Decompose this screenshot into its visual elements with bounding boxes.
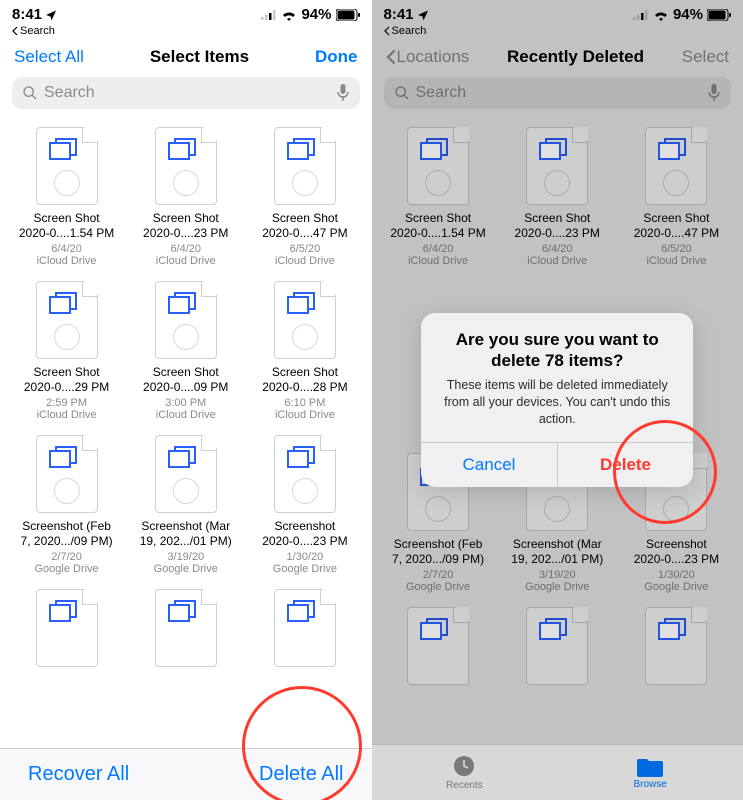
file-item[interactable] [127, 585, 244, 681]
file-icon [36, 589, 98, 667]
status-bar: 8:41 94% [0, 0, 372, 23]
file-item[interactable]: Screenshot2020-0....23 PM1/30/20Google D… [246, 431, 363, 583]
select-all-button[interactable]: Select All [14, 47, 84, 67]
file-item[interactable] [246, 585, 363, 681]
file-icon [274, 435, 336, 513]
delete-confirm-alert: Are you sure you want to delete 78 items… [421, 313, 693, 487]
file-item[interactable]: Screen Shot2020-0....09 PM3:00 PMiCloud … [127, 277, 244, 429]
alert-title: Are you sure you want to delete 78 items… [421, 313, 693, 374]
search-icon [22, 85, 38, 101]
recover-all-button[interactable]: Recover All [28, 763, 129, 786]
alert-backdrop: Are you sure you want to delete 78 items… [372, 0, 743, 800]
file-icon [274, 589, 336, 667]
toolbar: Recover All Delete All [0, 748, 372, 800]
file-icon [36, 435, 98, 513]
file-item[interactable]: Screen Shot2020-0....29 PM2:59 PMiCloud … [8, 277, 125, 429]
battery-percent: 94% [301, 6, 331, 23]
mic-icon[interactable] [336, 84, 350, 102]
file-icon [155, 435, 217, 513]
cellular-icon [261, 10, 277, 20]
file-icon [36, 127, 98, 205]
status-time: 8:41 [12, 6, 42, 23]
wifi-icon [281, 9, 297, 21]
search-field[interactable]: Search [12, 77, 360, 109]
file-icon [155, 127, 217, 205]
done-button[interactable]: Done [315, 47, 358, 67]
file-icon [274, 281, 336, 359]
battery-icon [336, 9, 360, 21]
delete-button[interactable]: Delete [558, 443, 694, 487]
page-title: Select Items [150, 47, 249, 67]
file-item[interactable]: Screenshot (Mar19, 202.../01 PM)3/19/20G… [127, 431, 244, 583]
file-item[interactable]: Screen Shot2020-0....47 PM6/5/20iCloud D… [246, 123, 363, 275]
file-item[interactable]: Screenshot (Feb7, 2020.../09 PM)2/7/20Go… [8, 431, 125, 583]
cancel-button[interactable]: Cancel [421, 443, 558, 487]
file-item[interactable]: Screen Shot2020-0....1.54 PM6/4/20iCloud… [8, 123, 125, 275]
search-placeholder: Search [44, 84, 330, 102]
alert-message: These items will be deleted immediately … [421, 373, 693, 442]
file-item[interactable] [8, 585, 125, 681]
nav-bar: Select All Select Items Done [0, 39, 372, 73]
delete-all-button[interactable]: Delete All [259, 763, 344, 786]
file-item[interactable]: Screen Shot2020-0....28 PM6:10 PMiCloud … [246, 277, 363, 429]
screen-recently-deleted: 8:41 94% Search Locations Recently Delet… [372, 0, 743, 800]
file-grid: Screen Shot2020-0....1.54 PM6/4/20iCloud… [0, 117, 372, 681]
location-icon [45, 9, 57, 21]
file-icon [274, 127, 336, 205]
file-icon [36, 281, 98, 359]
file-icon [155, 589, 217, 667]
screen-select-items: 8:41 94% Search Select All Select Items … [0, 0, 372, 800]
back-to-search[interactable]: Search [0, 23, 372, 39]
file-item[interactable]: Screen Shot2020-0....23 PM6/4/20iCloud D… [127, 123, 244, 275]
back-label: Search [20, 25, 55, 37]
file-icon [155, 281, 217, 359]
chevron-left-icon [12, 26, 18, 36]
